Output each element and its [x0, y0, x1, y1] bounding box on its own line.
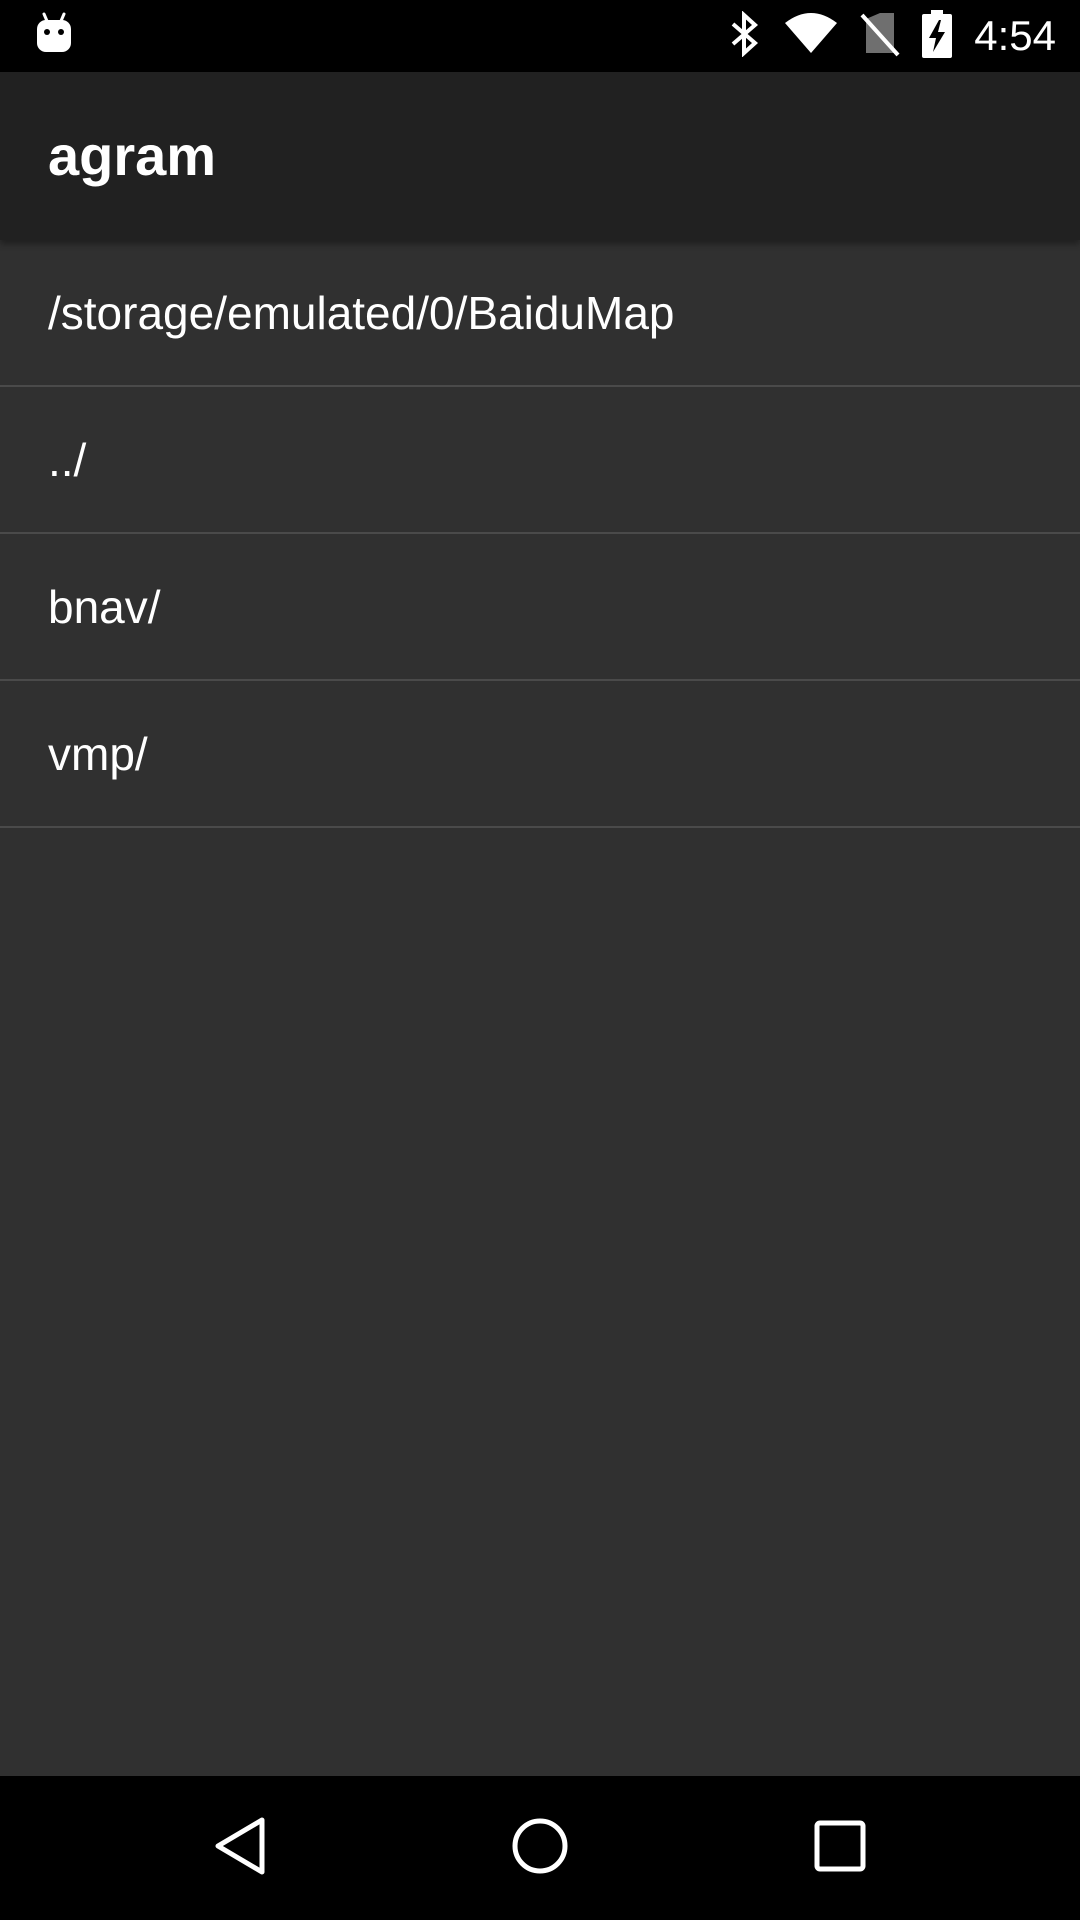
- battery-charging-icon: [922, 9, 953, 63]
- back-icon: [212, 1816, 268, 1881]
- navigation-bar: [0, 1776, 1080, 1920]
- current-path-label: /storage/emulated/0/BaiduMap: [48, 286, 675, 339]
- file-list: /storage/emulated/0/BaiduMap ../ bnav/ v…: [0, 240, 1080, 828]
- recents-button[interactable]: [760, 1776, 920, 1920]
- no-sim-icon: [860, 11, 900, 62]
- current-path-row: /storage/emulated/0/BaiduMap: [0, 240, 1080, 387]
- home-button[interactable]: [460, 1776, 620, 1920]
- bluetooth-icon: [728, 9, 762, 62]
- status-time: 4:54: [974, 12, 1056, 59]
- list-item-parent-directory[interactable]: ../: [0, 387, 1080, 534]
- list-item-label: bnav/: [48, 580, 161, 633]
- screen: 4:54 agram /storage/emulated/0/BaiduMap …: [0, 0, 1080, 1920]
- list-item-label: vmp/: [48, 727, 148, 780]
- back-button[interactable]: [160, 1776, 320, 1920]
- list-item-bnav[interactable]: bnav/: [0, 534, 1080, 681]
- list-item-label: ../: [48, 433, 87, 486]
- app-bar: agram: [0, 72, 1080, 240]
- status-icons: 4:54: [728, 0, 1056, 72]
- home-icon: [510, 1816, 570, 1881]
- app-title: agram: [48, 124, 217, 187]
- status-bar: 4:54: [0, 0, 1080, 72]
- wifi-icon: [784, 12, 838, 60]
- list-item-vmp[interactable]: vmp/: [0, 681, 1080, 828]
- recents-icon: [813, 1819, 867, 1878]
- android-notification-icon: [34, 12, 74, 56]
